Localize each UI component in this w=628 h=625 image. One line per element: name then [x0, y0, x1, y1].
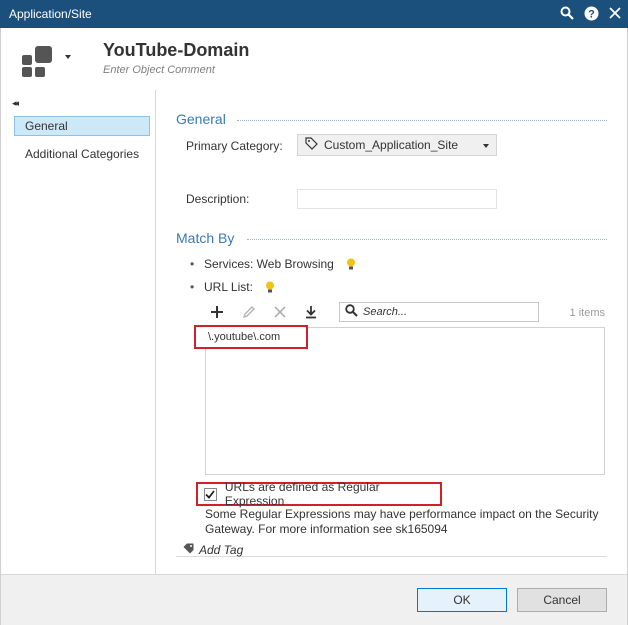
section-divider	[237, 120, 607, 121]
svg-text:?: ?	[588, 8, 595, 20]
lightbulb-icon[interactable]	[346, 258, 356, 270]
list-item[interactable]: \.youtube\.com	[194, 325, 308, 349]
edit-url-button[interactable]	[239, 302, 259, 322]
primary-category-value: Custom_Application_Site	[324, 138, 459, 152]
bullet: •	[190, 280, 195, 294]
icon-menu-caret[interactable]	[65, 55, 71, 59]
main-content: General Primary Category: Custom_Applica…	[157, 90, 627, 574]
regex-performance-note: Some Regular Expressions may have perfor…	[205, 507, 599, 536]
section-title-general: General	[176, 111, 226, 127]
url-search-field[interactable]	[339, 302, 539, 322]
item-count: 1 items	[569, 307, 605, 319]
url-list-label: URL List:	[204, 280, 253, 294]
close-icon[interactable]	[606, 4, 624, 22]
ok-button[interactable]: OK	[417, 588, 507, 612]
add-tag-button[interactable]: Add Tag	[183, 543, 243, 557]
tag-icon	[183, 543, 194, 557]
description-label: Description:	[186, 192, 250, 206]
search-icon	[345, 304, 358, 320]
import-url-button[interactable]	[301, 302, 321, 322]
help-icon[interactable]: ?	[582, 4, 600, 22]
sidebar: ◂◂ General Additional Categories	[1, 90, 156, 574]
regex-checkbox-row[interactable]: URLs are defined as Regular Expression	[196, 480, 442, 508]
add-tag-label: Add Tag	[199, 543, 244, 557]
add-url-button[interactable]	[207, 302, 227, 322]
cancel-button[interactable]: Cancel	[517, 588, 607, 612]
primary-category-label: Primary Category:	[186, 139, 283, 153]
bullet: •	[190, 257, 195, 271]
primary-category-dropdown[interactable]: Custom_Application_Site	[297, 134, 497, 156]
sidebar-item-additional-categories[interactable]: Additional Categories	[14, 144, 150, 164]
title-bar: Application/Site ?	[0, 0, 628, 28]
search-icon[interactable]	[558, 4, 576, 22]
window-title: Application/Site	[9, 7, 92, 21]
app-site-icon[interactable]	[21, 44, 55, 81]
regex-checkbox[interactable]	[204, 487, 217, 501]
sidebar-item-general[interactable]: General	[14, 116, 150, 136]
dialog-window: YouTube-Domain Enter Object Comment ◂◂ G…	[0, 28, 628, 625]
url-list[interactable]: \.youtube\.com	[194, 325, 605, 475]
regex-checkbox-label[interactable]: URLs are defined as Regular Expression	[225, 480, 440, 508]
chevron-down-icon	[483, 144, 489, 148]
object-header: YouTube-Domain Enter Object Comment	[1, 28, 627, 90]
object-name[interactable]: YouTube-Domain	[103, 40, 249, 61]
object-comment[interactable]: Enter Object Comment	[103, 64, 215, 76]
search-input[interactable]	[363, 306, 523, 318]
collapse-sidebar-icon[interactable]: ◂◂	[12, 98, 19, 109]
section-title-match-by: Match By	[176, 230, 235, 246]
delete-url-button[interactable]	[270, 302, 290, 322]
lightbulb-icon[interactable]	[265, 281, 275, 293]
services-label[interactable]: Services: Web Browsing	[204, 257, 334, 271]
section-divider	[247, 239, 607, 240]
tag-icon	[305, 137, 318, 153]
description-field[interactable]	[297, 189, 497, 209]
